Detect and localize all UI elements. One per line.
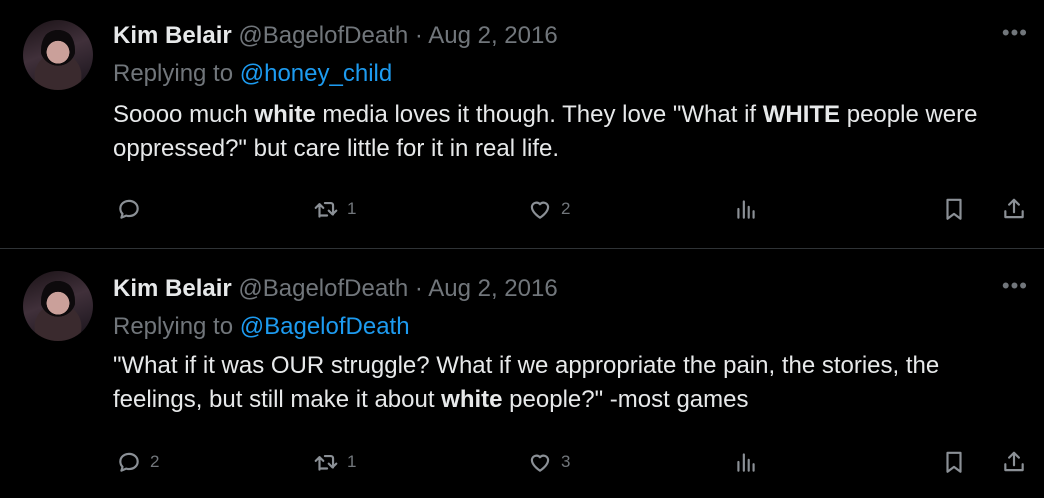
tweet-header: Kim Belair @BagelofDeath · Aug 2, 2016 bbox=[113, 275, 558, 303]
tweet-date[interactable]: Aug 2, 2016 bbox=[428, 275, 557, 302]
tweet-text: "What if it was OUR struggle? What if we… bbox=[113, 349, 1023, 417]
retweet-icon bbox=[314, 454, 338, 471]
text-segment: people?" -most games bbox=[502, 386, 749, 413]
bookmark-button[interactable] bbox=[941, 447, 967, 477]
retweet-count: 1 bbox=[347, 199, 357, 218]
text-segment-bold: WHITE bbox=[762, 101, 841, 128]
text-segment-bold: white bbox=[441, 386, 503, 413]
reply-icon bbox=[119, 199, 139, 219]
tweet[interactable]: Kim Belair @BagelofDeath · Aug 2, 2016 •… bbox=[0, 249, 1044, 498]
reply-count: 2 bbox=[150, 452, 160, 471]
avatar[interactable] bbox=[23, 271, 93, 341]
share-icon bbox=[1004, 451, 1024, 472]
bookmark-icon bbox=[946, 198, 962, 220]
separator: · bbox=[414, 22, 423, 49]
tweet-date[interactable]: Aug 2, 2016 bbox=[428, 22, 557, 49]
like-count: 2 bbox=[561, 199, 571, 218]
more-options-icon[interactable]: ••• bbox=[1002, 273, 1028, 299]
text-segment: Soooo much bbox=[113, 101, 255, 128]
replying-to: Replying to @BagelofDeath bbox=[113, 313, 410, 341]
text-segment-bold: white bbox=[254, 101, 316, 128]
mention-link[interactable]: @BagelofDeath bbox=[240, 313, 410, 340]
tweet-text: Soooo much white media loves it though. … bbox=[113, 98, 1023, 166]
text-segment: media loves it though. They love "What i… bbox=[315, 101, 763, 128]
heart-icon bbox=[530, 201, 550, 219]
like-count: 3 bbox=[561, 452, 571, 471]
views-icon bbox=[737, 200, 755, 219]
replying-prefix: Replying to bbox=[113, 313, 240, 340]
replying-to: Replying to @honey_child bbox=[113, 60, 392, 88]
heart-icon bbox=[530, 454, 550, 472]
retweet-button[interactable]: 1 bbox=[313, 194, 356, 224]
share-icon bbox=[1004, 198, 1024, 219]
like-button[interactable]: 3 bbox=[527, 447, 570, 477]
more-options-icon[interactable]: ••• bbox=[1002, 20, 1028, 46]
retweet-count: 1 bbox=[347, 452, 357, 471]
replying-prefix: Replying to bbox=[113, 60, 240, 87]
tweet-header: Kim Belair @BagelofDeath · Aug 2, 2016 bbox=[113, 22, 558, 50]
views-button[interactable] bbox=[733, 194, 759, 224]
author-handle[interactable]: @BagelofDeath bbox=[238, 275, 408, 302]
retweet-icon bbox=[314, 201, 338, 218]
tweet[interactable]: Kim Belair @BagelofDeath · Aug 2, 2016 •… bbox=[0, 0, 1044, 249]
bookmark-icon bbox=[946, 451, 962, 473]
like-button[interactable]: 2 bbox=[527, 194, 570, 224]
share-button[interactable] bbox=[1001, 447, 1027, 477]
reply-icon bbox=[119, 452, 139, 472]
share-button[interactable] bbox=[1001, 194, 1027, 224]
avatar[interactable] bbox=[23, 20, 93, 90]
reply-button[interactable] bbox=[116, 194, 150, 224]
separator: · bbox=[414, 275, 423, 302]
author-name[interactable]: Kim Belair bbox=[113, 22, 232, 49]
mention-link[interactable]: @honey_child bbox=[240, 60, 392, 87]
reply-button[interactable]: 2 bbox=[116, 447, 159, 477]
action-bar: 2 1 3 bbox=[0, 447, 1044, 477]
views-icon bbox=[737, 453, 755, 472]
bookmark-button[interactable] bbox=[941, 194, 967, 224]
views-button[interactable] bbox=[733, 447, 759, 477]
retweet-button[interactable]: 1 bbox=[313, 447, 356, 477]
author-name[interactable]: Kim Belair bbox=[113, 275, 232, 302]
action-bar: 1 2 bbox=[0, 194, 1044, 224]
author-handle[interactable]: @BagelofDeath bbox=[238, 22, 408, 49]
